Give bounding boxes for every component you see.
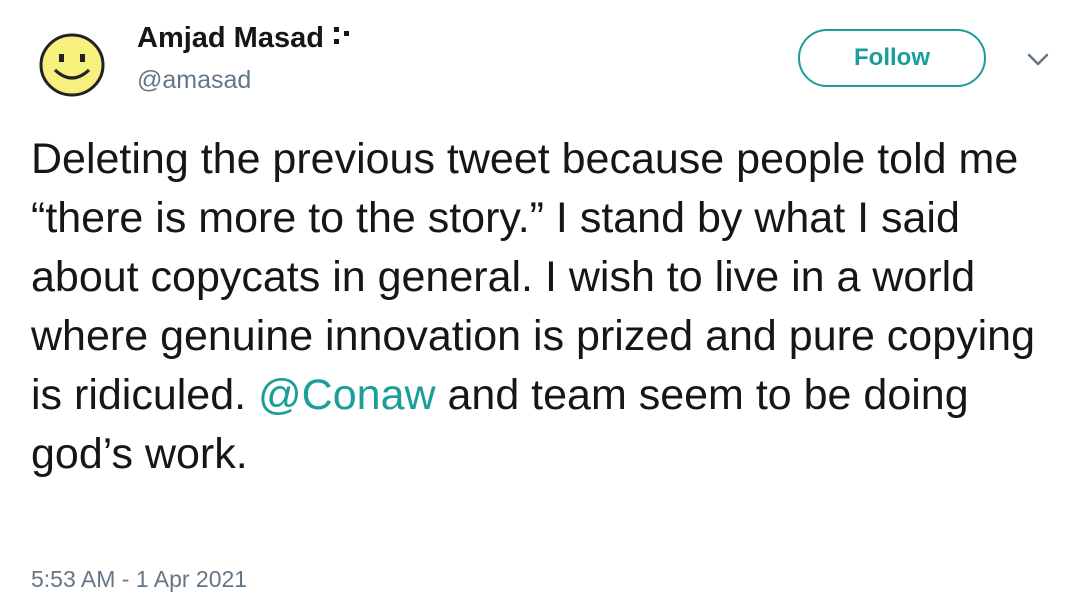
smiley-face-icon bbox=[39, 33, 105, 97]
author-name-text: Amjad Masad bbox=[137, 22, 324, 54]
author-handle[interactable]: @amasad bbox=[137, 66, 251, 95]
avatar[interactable] bbox=[37, 30, 107, 100]
tweet-text: Deleting the previous tweet because peop… bbox=[31, 130, 1061, 484]
tweet-card: Amjad Masad @amasad Follow Deleting the … bbox=[0, 0, 1080, 615]
mention-link[interactable]: @Conaw bbox=[258, 371, 436, 419]
chevron-down-icon[interactable] bbox=[1026, 52, 1050, 68]
dotted-glyph-icon bbox=[333, 22, 352, 44]
follow-button[interactable]: Follow bbox=[798, 29, 986, 87]
timestamp[interactable]: 5:53 AM - 1 Apr 2021 bbox=[31, 566, 247, 593]
author-name[interactable]: Amjad Masad bbox=[137, 22, 352, 55]
